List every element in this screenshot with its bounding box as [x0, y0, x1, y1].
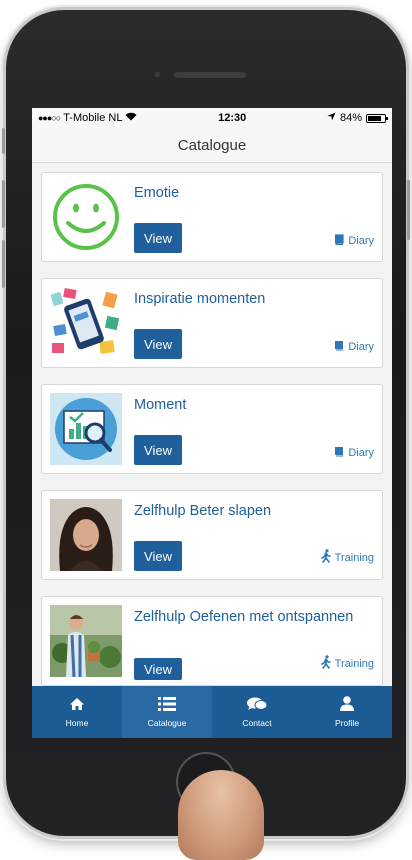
list-icon — [158, 696, 176, 713]
battery-percentage: 84% — [339, 112, 362, 124]
earpiece-speaker — [174, 72, 246, 78]
book-icon — [333, 340, 345, 354]
type-badge: Diary — [333, 340, 374, 354]
tab-label: Profile — [334, 718, 360, 728]
catalogue-card[interactable]: Zelfhulp Beter slapen View Training — [41, 490, 383, 580]
smiley-face-icon — [50, 181, 122, 253]
tab-bar: Home Catalogue Contact Profile — [32, 686, 392, 738]
chart-magnifier-illustration-icon — [50, 393, 122, 465]
tab-catalogue[interactable]: Catalogue — [122, 686, 212, 738]
view-button[interactable]: View — [134, 658, 182, 680]
phone-cards-illustration-icon — [50, 287, 122, 359]
type-badge: Training — [320, 655, 374, 672]
woman-photo-icon — [50, 499, 122, 571]
type-label: Diary — [348, 447, 374, 459]
type-badge: Diary — [333, 234, 374, 248]
signal-strength: ●●●○○ — [38, 113, 61, 123]
type-badge: Diary — [333, 446, 374, 460]
carrier-name: T-Mobile NL — [63, 112, 123, 124]
tab-profile[interactable]: Profile — [302, 686, 392, 738]
catalogue-list: Emotie View Diary Inspiratie momenten Vi… — [32, 163, 392, 686]
card-title: Emotie — [134, 185, 180, 201]
clock: 12:30 — [218, 112, 247, 124]
front-camera — [153, 70, 162, 79]
view-button[interactable]: View — [134, 541, 182, 571]
walking-person-icon — [320, 655, 332, 672]
tab-label: Catalogue — [147, 717, 187, 728]
card-title: Moment — [134, 397, 187, 413]
catalogue-card[interactable]: Inspiratie momenten View Diary — [41, 278, 383, 368]
card-title: Zelfhulp Oefenen met ontspannen — [134, 609, 354, 625]
status-bar: ●●●○○ T-Mobile NL 12:30 84% — [32, 108, 392, 128]
walking-person-icon — [320, 549, 332, 566]
mute-switch — [2, 128, 5, 154]
catalogue-card[interactable]: Moment View Diary — [41, 384, 383, 474]
location-arrow-icon — [327, 112, 336, 124]
type-label: Training — [334, 657, 374, 670]
book-icon — [333, 234, 345, 248]
user-icon — [340, 696, 354, 713]
catalogue-card[interactable]: Emotie View Diary — [41, 172, 383, 262]
view-button[interactable]: View — [134, 329, 182, 359]
type-label: Training — [334, 551, 374, 564]
volume-up-button — [2, 180, 5, 228]
power-button — [407, 180, 410, 240]
wifi-icon — [125, 112, 137, 124]
catalogue-card[interactable]: Zelfhulp Oefenen met ontspannen View Tra… — [41, 596, 383, 686]
chat-icon — [247, 697, 268, 713]
tab-label: Home — [65, 717, 89, 728]
book-icon — [333, 446, 345, 460]
card-title: Inspiratie momenten — [134, 291, 266, 307]
type-badge: Training — [320, 549, 374, 566]
gardening-photo-icon — [50, 605, 122, 677]
battery-icon — [366, 113, 388, 123]
tab-home[interactable]: Home — [32, 686, 122, 738]
view-button[interactable]: View — [134, 435, 182, 465]
card-title: Zelfhulp Beter slapen — [134, 503, 272, 519]
view-button[interactable]: View — [134, 223, 182, 253]
tab-contact[interactable]: Contact — [212, 686, 302, 738]
volume-down-button — [2, 240, 5, 288]
navigation-bar: Catalogue — [32, 128, 392, 163]
finger-illustration — [178, 770, 264, 860]
tab-label: Contact — [242, 717, 272, 728]
app-screen: ●●●○○ T-Mobile NL 12:30 84% Catalogue Em… — [32, 108, 392, 738]
page-title: Catalogue — [177, 136, 247, 154]
type-label: Diary — [348, 341, 374, 353]
type-label: Diary — [348, 235, 374, 247]
home-icon — [69, 697, 85, 713]
